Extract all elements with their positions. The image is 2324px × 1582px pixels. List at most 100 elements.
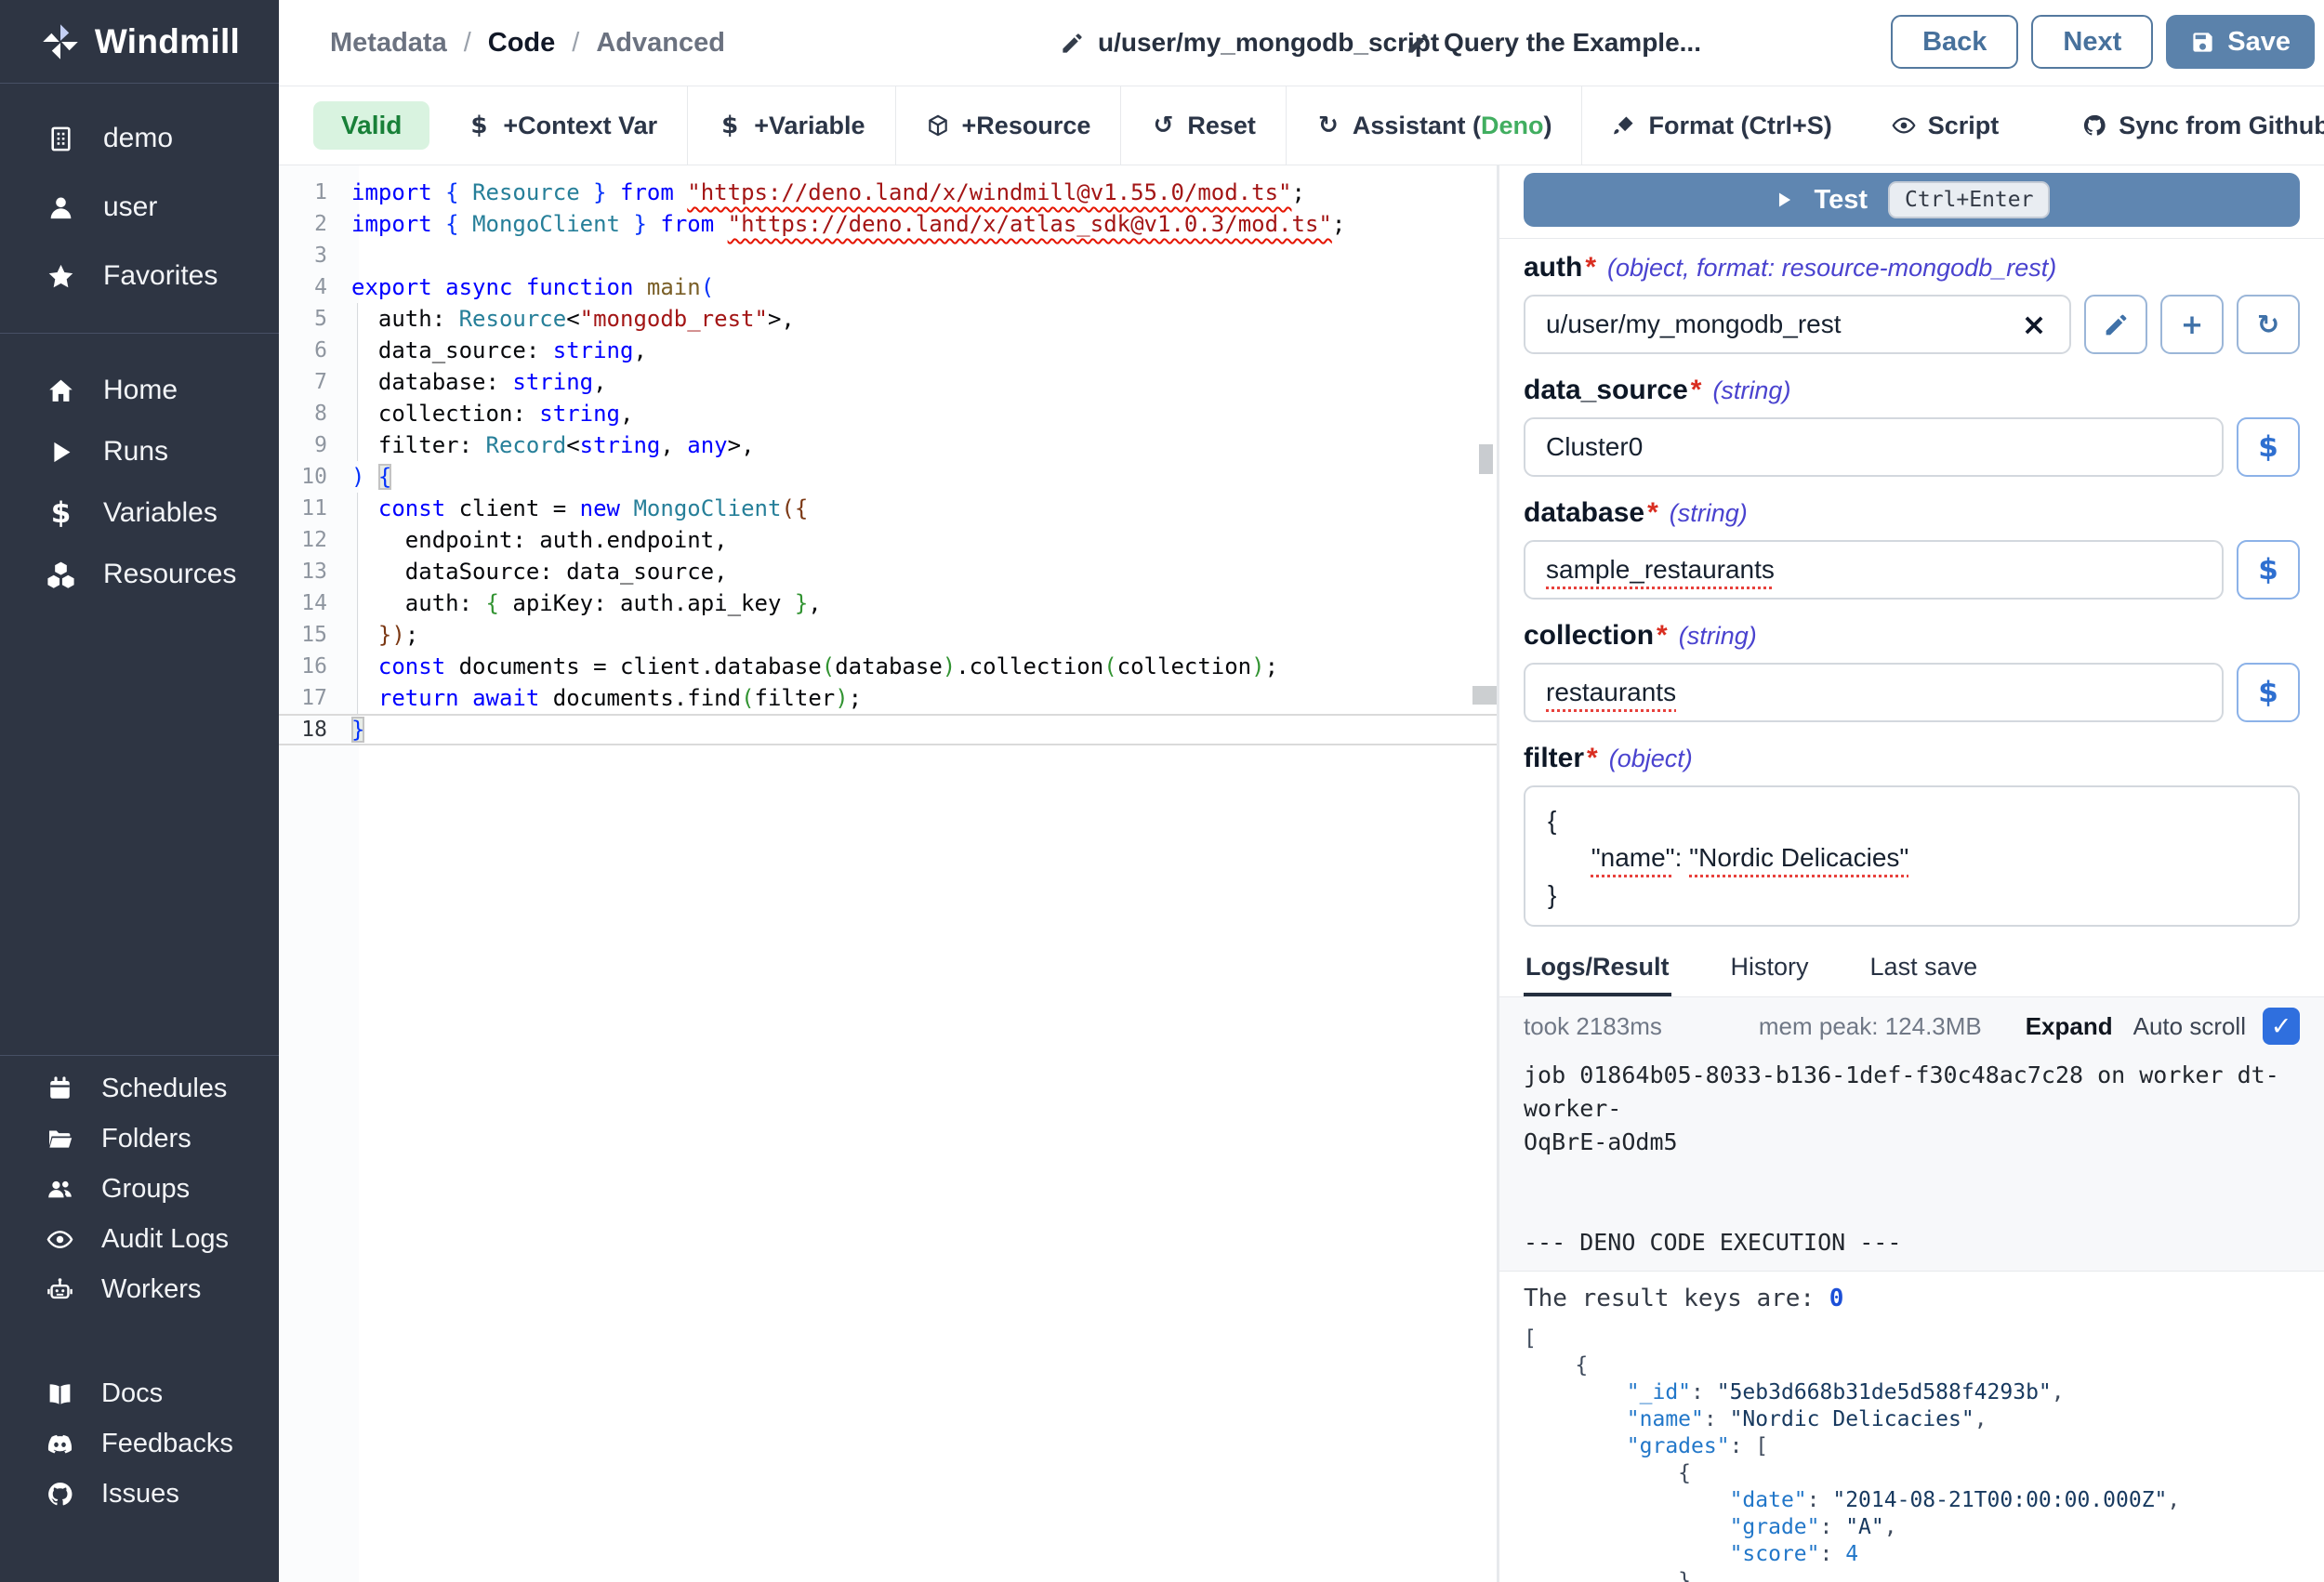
sidebar-item-label: Feedbacks (101, 1429, 233, 1459)
save-button[interactable]: Save (2166, 15, 2315, 69)
close-icon[interactable]: × (2019, 310, 2049, 339)
sidebar-item-variables[interactable]: $Variables (0, 482, 279, 544)
data-source-value: Cluster0 (1546, 432, 1643, 462)
format-button[interactable]: Format (Ctrl+S) (1582, 86, 1861, 165)
code-line: 14 auth: { apiKey: auth.api_key }, (279, 587, 1497, 619)
dollar-icon: $ (2255, 434, 2282, 461)
pencil-icon[interactable] (1060, 31, 1085, 56)
tab-logs-result[interactable]: Logs/Result (1524, 943, 1671, 996)
dollar-icon: $ (467, 113, 491, 138)
sidebar-item-schedules[interactable]: Schedules (0, 1063, 279, 1114)
field-type-auth: (object, format: resource-mongodb_rest) (1607, 254, 2056, 283)
code-line: 1import { Resource } from "https://deno.… (279, 177, 1497, 208)
sidebar-item-home[interactable]: Home (0, 360, 279, 421)
refresh-icon: ↻ (2255, 311, 2282, 338)
sidebar-item-label: Docs (101, 1378, 163, 1409)
field-auth: auth* (object, format: resource-mongodb_… (1524, 252, 2300, 354)
windmill-logo[interactable]: Windmill (0, 0, 279, 84)
insert-variable-button[interactable]: $ (2237, 540, 2300, 600)
database-input[interactable]: sample_restaurants (1524, 540, 2224, 600)
expand-button[interactable]: Expand (2026, 1012, 2113, 1041)
breadcrumb-code[interactable]: Code (488, 28, 556, 59)
sidebar-item-label: Runs (103, 436, 168, 468)
next-button[interactable]: Next (2031, 15, 2153, 69)
sidebar-item-label: Workers (101, 1274, 201, 1305)
code-line: 11 const client = new MongoClient({ (279, 493, 1497, 524)
reset-button[interactable]: ↺ Reset (1121, 86, 1286, 165)
test-button[interactable]: Test Ctrl+Enter (1524, 173, 2300, 227)
insert-variable-button[interactable]: $ (2237, 663, 2300, 722)
field-type-filter: (object) (1609, 745, 1693, 773)
cubes-icon (46, 560, 75, 589)
result-json: [ { "_id": "5eb3d668b31de5d588f4293b", "… (1524, 1325, 2300, 1582)
sidebar-item-demo[interactable]: demo (0, 104, 279, 173)
add-resource-square-button[interactable]: + (2160, 295, 2224, 354)
required-marker: * (1587, 743, 1598, 774)
autoscroll-checkbox[interactable]: ✓ (2263, 1008, 2300, 1045)
sidebar-item-workers[interactable]: Workers (0, 1264, 279, 1314)
collection-value: restaurants (1546, 678, 1676, 707)
valid-badge: Valid (313, 101, 429, 150)
plus-icon: + (2179, 311, 2206, 338)
filter-json-editor[interactable]: { "name": "Nordic Delicacies"} (1524, 785, 2300, 927)
autoscroll-label: Auto scroll (2133, 1012, 2246, 1041)
data-source-input[interactable]: Cluster0 (1524, 417, 2224, 477)
pencil-icon[interactable] (1406, 31, 1431, 56)
sidebar-item-favorites[interactable]: Favorites (0, 242, 279, 310)
collection-input[interactable]: restaurants (1524, 663, 2224, 722)
logo-text: Windmill (95, 22, 240, 61)
code-editor[interactable]: 1import { Resource } from "https://deno.… (279, 165, 1497, 1582)
script-kind-label: Script (1928, 112, 2000, 140)
field-type-collection: (string) (1679, 622, 1757, 651)
brush-icon (1612, 113, 1636, 138)
insert-variable-button[interactable]: $ (2237, 417, 2300, 477)
code-line: 18} (279, 714, 1497, 745)
auth-resource-input[interactable]: u/user/my_mongodb_rest × (1524, 295, 2071, 354)
admin-nav: SchedulesFoldersGroupsAudit Logs Workers (0, 1056, 279, 1314)
footer-nav: Docs Feedbacks Issues (0, 1368, 279, 1519)
assistant-button[interactable]: ↻ Assistant (Deno) (1287, 86, 1582, 165)
edit-resource-button[interactable] (2084, 295, 2147, 354)
sidebar-item-resources[interactable]: Resources (0, 544, 279, 605)
script-kind-button[interactable]: Script (1862, 86, 2029, 165)
workspace-menu: demouserFavorites (0, 84, 279, 310)
breadcrumb: Metadata / Code / Advanced (330, 0, 725, 86)
add-context-var-button[interactable]: $ +Context Var (437, 86, 687, 165)
user-icon (46, 193, 75, 222)
add-context-var-label: +Context Var (503, 112, 657, 140)
breadcrumb-advanced[interactable]: Advanced (596, 28, 725, 59)
back-button[interactable]: Back (1891, 15, 2018, 69)
sidebar-item-groups[interactable]: Groups (0, 1164, 279, 1214)
tab-history[interactable]: History (1729, 943, 1811, 996)
result-tabs: Logs/Result History Last save (1524, 943, 2300, 996)
code-lines: 1import { Resource } from "https://deno.… (279, 177, 1497, 745)
sidebar-item-issues[interactable]: Issues (0, 1469, 279, 1519)
refresh-resource-button[interactable]: ↻ (2237, 295, 2300, 354)
sidebar-item-audit-logs[interactable]: Audit Logs (0, 1214, 279, 1264)
code-line: 5 auth: Resource<"mongodb_rest">, (279, 303, 1497, 335)
sidebar-item-user[interactable]: user (0, 173, 279, 242)
editor-scrollbar-thumb[interactable] (1479, 444, 1493, 474)
toolbar-right: Script Sync from Github (1862, 86, 2324, 165)
add-variable-button[interactable]: $ +Variable (688, 86, 894, 165)
test-label: Test (1815, 185, 1868, 216)
field-name-collection: collection (1524, 620, 1654, 652)
duration-label: took 2183ms (1524, 1012, 1662, 1041)
assistant-language: Deno (1481, 112, 1544, 139)
add-resource-button[interactable]: +Resource (896, 86, 1121, 165)
sync-from-github-button[interactable]: Sync from Github (2053, 86, 2324, 165)
panel-separator (1499, 238, 2324, 239)
content-split: 1import { Resource } from "https://deno.… (279, 165, 2324, 1582)
tab-last-save[interactable]: Last save (1868, 943, 1980, 996)
sidebar-item-runs[interactable]: Runs (0, 421, 279, 482)
auth-resource-value: u/user/my_mongodb_rest (1546, 310, 1842, 339)
sidebar-item-docs[interactable]: Docs (0, 1368, 279, 1418)
sidebar-item-feedbacks[interactable]: Feedbacks (0, 1418, 279, 1469)
main-area: Metadata / Code / Advanced u/user/my_mon… (279, 0, 2324, 1582)
sidebar-item-folders[interactable]: Folders (0, 1114, 279, 1164)
overview-ruler-mark (1472, 686, 1497, 705)
sync-from-github-label: Sync from Github (2119, 112, 2324, 140)
pencil-icon (2103, 311, 2130, 338)
breadcrumb-metadata[interactable]: Metadata (330, 28, 447, 59)
script-summary-group: Query the Example... (1406, 0, 1701, 86)
